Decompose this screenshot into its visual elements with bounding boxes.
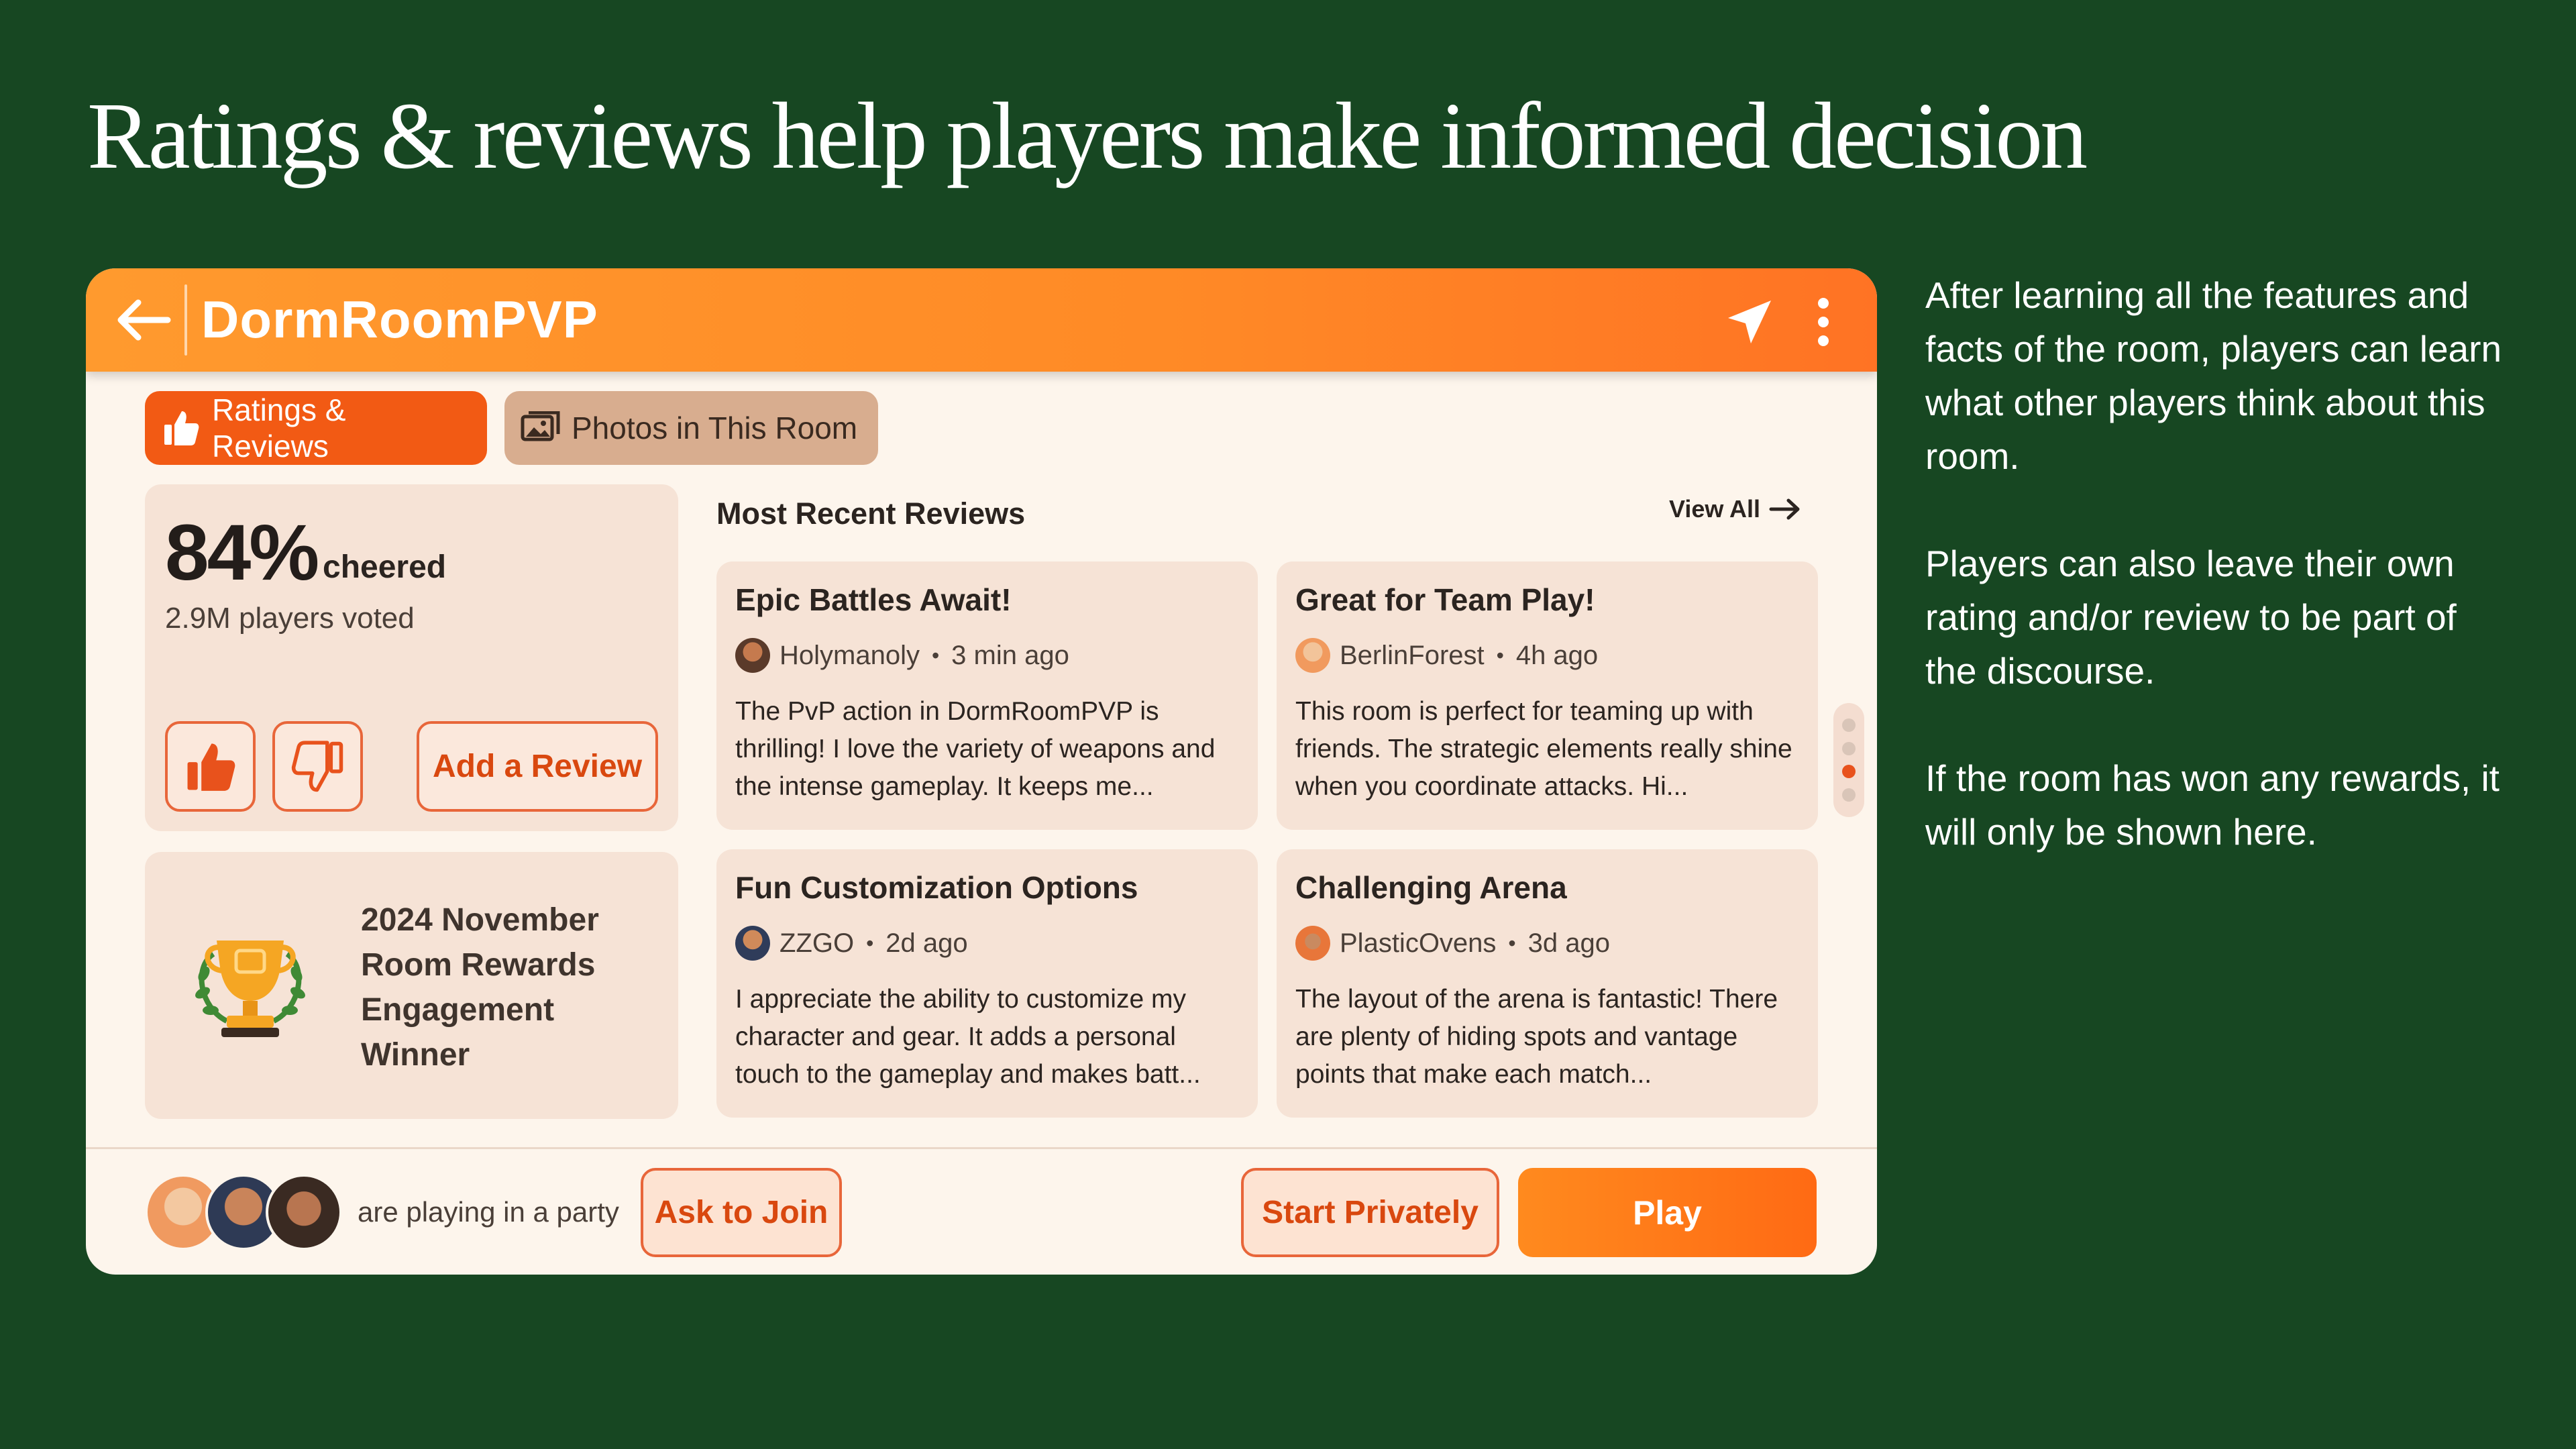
review-text: I appreciate the ability to customize my… — [735, 985, 1201, 1089]
review-author: PlasticOvens — [1340, 928, 1497, 958]
thumbs-up-icon — [161, 408, 201, 448]
page-dot-active[interactable] — [1842, 765, 1856, 779]
avatar — [735, 926, 770, 961]
play-button[interactable]: Play — [1518, 1168, 1817, 1257]
review-time: 3d ago — [1527, 928, 1610, 958]
award-title: 2024 November Room Rewards Engagement Wi… — [361, 898, 599, 1077]
separator-dot: • — [931, 643, 940, 667]
review-title: Challenging Arena — [1295, 870, 1567, 905]
award-card: 2024 November Room Rewards Engagement Wi… — [145, 852, 678, 1119]
award-line: 2024 November — [361, 902, 599, 938]
review-text: This room is perfect for teaming up with… — [1295, 697, 1792, 801]
separator-dot: • — [1508, 930, 1516, 955]
page-dot[interactable] — [1842, 741, 1856, 755]
topbar-divider — [184, 284, 187, 356]
add-review-button[interactable]: Add a Review — [417, 721, 658, 812]
review-text: The PvP action in DormRoomPVP is thrilli… — [735, 697, 1216, 801]
award-line: Room Rewards — [361, 947, 596, 983]
review-card[interactable]: Great for Team Play! BerlinForest • 4h a… — [1277, 561, 1818, 830]
side-paragraph: After learning all the features and fact… — [1925, 274, 2502, 477]
review-meta: BerlinForest • 4h ago — [1295, 638, 1799, 673]
review-author: BerlinForest — [1340, 640, 1485, 670]
view-all-label: View All — [1669, 495, 1761, 523]
arrow-right-icon — [1769, 498, 1800, 520]
side-paragraph: Players can also leave their own rating … — [1925, 543, 2457, 692]
rating-summary-card: 84% cheered 2.9M players voted Add a Rev… — [145, 484, 678, 831]
page-dot[interactable] — [1842, 788, 1856, 802]
view-all-link[interactable]: View All — [1669, 495, 1802, 523]
share-button[interactable] — [1716, 288, 1783, 356]
vote-count: 2.9M players voted — [165, 602, 415, 635]
review-title: Fun Customization Options — [735, 870, 1138, 905]
tab-label: Ratings & Reviews — [212, 392, 346, 464]
thumbs-down-outline-icon — [291, 740, 343, 792]
review-time: 4h ago — [1515, 640, 1599, 670]
page-dot[interactable] — [1842, 718, 1856, 732]
award-line: Engagement — [361, 992, 555, 1028]
room-details-panel: DormRoomPVP Ratings & Reviews Photos in … — [86, 268, 1877, 1275]
photos-icon — [521, 408, 561, 448]
review-text: The layout of the arena is fantastic! Th… — [1295, 985, 1778, 1089]
slide-title: Ratings & reviews help players make info… — [87, 83, 2088, 189]
party-avatars — [145, 1174, 346, 1253]
side-description: After learning all the features and fact… — [1925, 268, 2516, 912]
thumbs-up-filled-icon — [187, 743, 235, 791]
room-title: DormRoomPVP — [201, 290, 598, 349]
review-card[interactable]: Epic Battles Await! Holymanoly • 3 min a… — [716, 561, 1258, 830]
tab-label: Photos in This Room — [572, 411, 858, 445]
tab-ratings-reviews[interactable]: Ratings & Reviews — [145, 391, 487, 465]
avatar — [735, 638, 770, 673]
tab-photos[interactable]: Photos in This Room — [504, 391, 878, 465]
review-meta: PlasticOvens • 3d ago — [1295, 926, 1799, 961]
party-status: are playing in a party — [358, 1196, 619, 1228]
bottom-divider — [86, 1147, 1877, 1149]
page-indicator[interactable] — [1833, 703, 1864, 817]
start-privately-button[interactable]: Start Privately — [1241, 1168, 1499, 1257]
review-time: 3 min ago — [951, 640, 1069, 670]
top-bar: DormRoomPVP — [86, 268, 1877, 372]
reviews-section-title: Most Recent Reviews — [716, 496, 1026, 531]
cheer-percentage: 84% — [165, 508, 319, 597]
avatar — [1295, 638, 1330, 673]
separator-dot: • — [866, 930, 874, 955]
arrow-left-icon — [117, 299, 171, 341]
trophy-icon — [186, 927, 314, 1044]
review-title: Great for Team Play! — [1295, 582, 1595, 617]
more-vertical-icon — [1818, 298, 1829, 346]
review-card[interactable]: Challenging Arena PlasticOvens • 3d ago … — [1277, 849, 1818, 1118]
separator-dot: • — [1496, 643, 1504, 667]
ask-to-join-button[interactable]: Ask to Join — [641, 1168, 842, 1257]
avatar — [1295, 926, 1330, 961]
more-options-button[interactable] — [1800, 288, 1847, 356]
review-author: Holymanoly — [780, 640, 920, 670]
avatar — [266, 1174, 342, 1250]
jeer-button[interactable] — [272, 721, 363, 812]
review-card[interactable]: Fun Customization Options ZZGO • 2d ago … — [716, 849, 1258, 1118]
back-button[interactable] — [106, 290, 180, 350]
award-line: Winner — [361, 1037, 470, 1073]
cheer-button[interactable] — [165, 721, 256, 812]
review-time: 2d ago — [885, 928, 968, 958]
cheer-label: cheered — [323, 549, 447, 585]
send-icon — [1728, 301, 1771, 343]
side-paragraph: If the room has won any rewards, it will… — [1925, 757, 2500, 853]
review-meta: Holymanoly • 3 min ago — [735, 638, 1239, 673]
review-title: Epic Battles Await! — [735, 582, 1012, 617]
review-author: ZZGO — [780, 928, 855, 958]
review-meta: ZZGO • 2d ago — [735, 926, 1239, 961]
